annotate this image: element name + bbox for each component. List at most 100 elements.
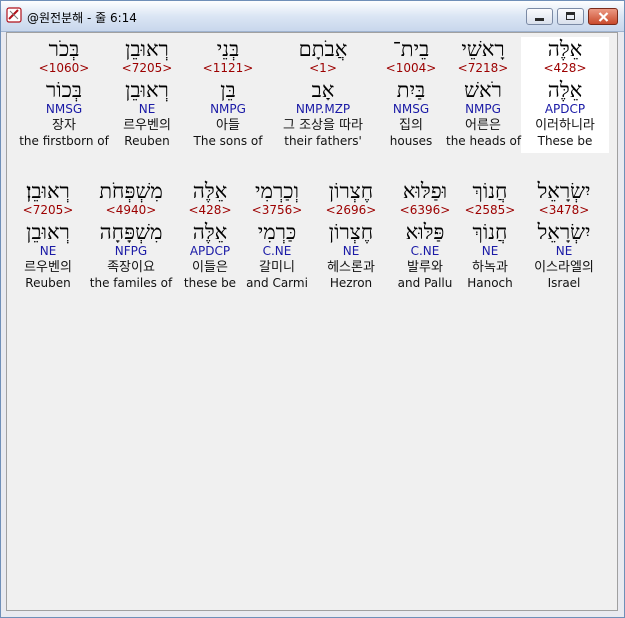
strong-number: <7218> <box>457 61 509 75</box>
strong-number: <1121> <box>202 61 254 75</box>
english-gloss: Hezron <box>329 276 373 290</box>
window-title: @원전분해 - 줄 6:14 <box>27 11 137 25</box>
morph-code: NMSG <box>45 102 83 116</box>
lemma-hebrew: אֵלֶּה <box>192 220 228 244</box>
word-cell[interactable]: חֲנוֹךְ <2585> חֲנוֹךְ NE 하녹과 Hanoch <box>458 179 522 295</box>
word-hebrew: בְּכֹר <box>48 37 80 61</box>
word-hebrew: בֵית־ <box>392 37 430 61</box>
lemma-hebrew: רְאוּבֵן <box>26 220 70 244</box>
word-cell[interactable]: בְּנֵי <1121> בֵּן NMPG 아들 The sons of <box>190 37 266 153</box>
lemma-hebrew: רֹאשׁ <box>464 78 502 102</box>
english-gloss: the firstborn of <box>19 134 109 148</box>
close-button[interactable] <box>588 8 618 25</box>
english-gloss: Israel <box>547 276 581 290</box>
lemma-hebrew: פַּלּוּא <box>405 220 445 244</box>
korean-gloss: 이스라엘의 <box>534 260 594 275</box>
korean-gloss: 이들은 <box>192 260 228 275</box>
word-hebrew: בְּנֵי <box>216 37 240 61</box>
korean-gloss: 발루와 <box>407 260 443 275</box>
english-gloss: their fathers' <box>284 134 362 148</box>
korean-gloss: 그 조상을 따라 <box>282 118 364 133</box>
word-cell[interactable]: אֵלֶּה <428> אֵלֶּה APDCP 이러하니라 These be <box>521 37 609 153</box>
interlinear-panel: אֵלֶּה <428> אֵלֶּה APDCP 이러하니라 These be רָאשֵ… <box>6 32 618 611</box>
morph-code: NE <box>555 244 573 258</box>
word-hebrew: חֶצְרוֹן <box>328 179 374 203</box>
english-gloss: Reuben <box>124 134 170 148</box>
english-gloss: These be <box>537 134 593 148</box>
lemma-hebrew: בְּכוֹר <box>45 78 83 102</box>
word-hebrew: רָאשֵׁי <box>461 37 505 61</box>
word-hebrew: מִשְׁפְּחֹת <box>99 179 163 203</box>
morph-code: NMSG <box>392 102 430 116</box>
scroll-app-icon[interactable] <box>6 7 22 23</box>
strong-number: <4940> <box>105 203 157 217</box>
strong-number: <428> <box>543 61 587 75</box>
english-gloss: the familes of <box>89 276 173 290</box>
word-cell[interactable]: רָאשֵׁי <7218> רֹאשׁ NMPG 어른은 the heads of <box>446 37 522 153</box>
word-cell[interactable]: וּפַלּוּא <6396> פַּלּוּא C.NE 발루와 and Pallu <box>394 179 456 295</box>
english-gloss: Hanoch <box>467 276 513 290</box>
word-cell[interactable]: רְאוּבֵן׃ <7205> רְאוּבֵן NE 르우벤의 Reuben <box>12 179 84 295</box>
morph-code: NFPG <box>114 244 148 258</box>
morph-code: NE <box>138 102 156 116</box>
strong-number: <1060> <box>38 61 90 75</box>
word-cell[interactable]: בְּכֹר <1060> בְּכוֹר NMSG 장자 the firstborn o… <box>16 37 112 153</box>
strong-number: <428> <box>188 203 232 217</box>
lemma-hebrew: רְאוּבֵן <box>125 78 169 102</box>
korean-gloss: 이러하니라 <box>535 118 595 133</box>
word-hebrew: וְכַרְמִי <box>255 179 299 203</box>
morph-code: APDCP <box>544 102 586 116</box>
word-cell[interactable]: יִשְׂרָאֵל <3478> יִשְׂרָאֵל NE 이스라엘의 Israel <box>522 179 606 295</box>
morph-code: NMPG <box>465 102 501 116</box>
lemma-hebrew: אֵלֶּה <box>547 78 583 102</box>
korean-gloss: 르우벤의 <box>123 118 171 133</box>
maximize-button[interactable] <box>557 8 584 25</box>
morph-code: APDCP <box>189 244 231 258</box>
morph-code: NE <box>342 244 360 258</box>
korean-gloss: 집의 <box>399 118 423 133</box>
word-cell[interactable]: אֲבֹתָם <1> אָב NMP.MZP 그 조상을 따라 their father… <box>271 37 375 153</box>
word-cell[interactable]: אֵלֶּה <428> אֵלֶּה APDCP 이들은 these be <box>181 179 239 295</box>
close-icon <box>598 12 609 22</box>
morph-code: NE <box>39 244 57 258</box>
morph-code: NMPG <box>210 102 246 116</box>
lemma-hebrew: יִשְׂרָאֵל <box>537 220 591 244</box>
english-gloss: the heads of <box>446 134 522 148</box>
app-window: @원전분해 - 줄 6:14 אֵלֶּה <428> אֵלֶּה APDCP 이러하… <box>0 0 625 618</box>
word-cell[interactable]: מִשְׁפְּחֹת <4940> מִשְׁפָּחָה NFPG 족장이요 the … <box>83 179 179 295</box>
word-cell[interactable]: וְכַרְמִי <3756> כַּרְמִי C.NE 갈미니 and Carmi <box>242 179 312 295</box>
minimize-button[interactable] <box>526 8 553 25</box>
korean-gloss: 헤스론과 <box>327 260 375 275</box>
morph-code: NMP.MZP <box>295 102 351 116</box>
korean-gloss: 장자 <box>52 118 76 133</box>
strong-number: <7205> <box>121 61 173 75</box>
lemma-hebrew: חֲנוֹךְ <box>472 220 508 244</box>
english-gloss: these be <box>183 276 237 290</box>
strong-number: <1> <box>309 61 337 75</box>
korean-gloss: 족장이요 <box>107 260 155 275</box>
lemma-hebrew: חֶצְרוֹן <box>328 220 374 244</box>
word-cell[interactable]: רְאוּבֵן <7205> רְאוּבֵן NE 르우벤의 Reuben <box>107 37 187 153</box>
minimize-icon <box>535 18 544 21</box>
word-hebrew: חֲנוֹךְ <box>472 179 508 203</box>
word-cell[interactable]: בֵית־ <1004> בַּיִת NMSG 집의 houses <box>379 37 443 153</box>
strong-number: <7205> <box>22 203 74 217</box>
english-gloss: The sons of <box>193 134 263 148</box>
korean-gloss: 갈미니 <box>259 260 295 275</box>
word-hebrew: אֵלֶּה <box>547 37 583 61</box>
english-gloss: houses <box>389 134 433 148</box>
korean-gloss: 어른은 <box>465 118 501 133</box>
lemma-hebrew: בֵּן <box>220 78 236 102</box>
word-hebrew: אֵלֶּה <box>192 179 228 203</box>
word-cell[interactable]: חֶצְרוֹן <2696> חֶצְרוֹן NE 헤스론과 Hezron <box>318 179 384 295</box>
title-bar[interactable]: @원전분해 - 줄 6:14 <box>1 1 624 32</box>
maximize-icon <box>566 12 575 20</box>
korean-gloss: 하녹과 <box>472 260 508 275</box>
strong-number: <2585> <box>464 203 516 217</box>
korean-gloss: 르우벤의 <box>24 260 72 275</box>
lemma-hebrew: בַּיִת <box>396 78 426 102</box>
lemma-hebrew: כַּרְמִי <box>257 220 297 244</box>
strong-number: <3478> <box>538 203 590 217</box>
morph-code: C.NE <box>262 244 292 258</box>
english-gloss: and Pallu <box>397 276 453 290</box>
